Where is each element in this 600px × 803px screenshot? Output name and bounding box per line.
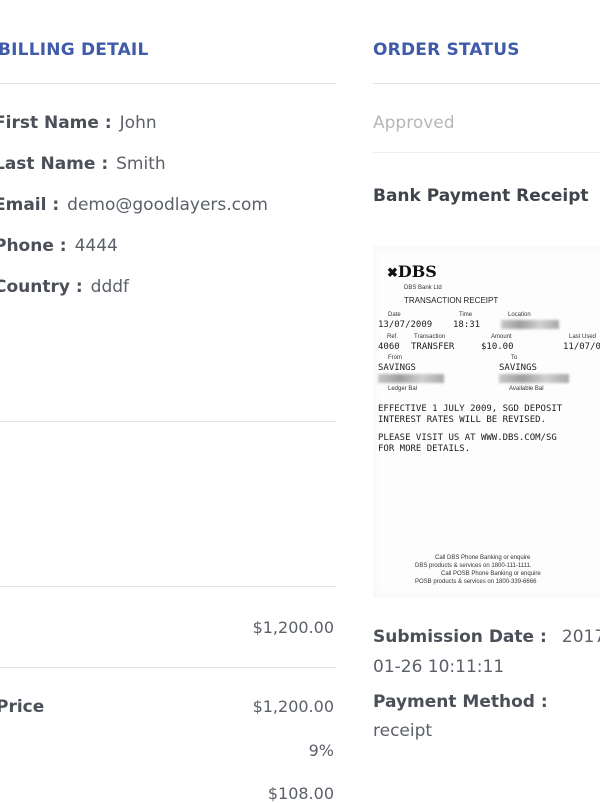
last-name-value: Smith: [116, 154, 166, 174]
receipt-time: 18:31: [453, 320, 481, 330]
phone-value: 4444: [74, 236, 118, 256]
redacted-location: [501, 320, 559, 329]
dbs-logo-text: DBS: [397, 262, 437, 281]
country-label: Country :: [0, 277, 83, 297]
last-name-row: Last Name : Smith: [0, 154, 166, 174]
receipt-from: SAVINGS: [378, 363, 416, 373]
divider: [373, 152, 600, 153]
phone-label: Phone :: [0, 236, 67, 256]
receipt-transaction: TRANSFER: [411, 342, 455, 352]
email-label: Email :: [0, 195, 60, 215]
receipt-h-ref: Ref.: [387, 334, 399, 340]
receipt-ref: 4060: [378, 342, 400, 352]
divider: [0, 586, 336, 587]
redacted-account-from: [378, 374, 444, 383]
receipt-notice-2: INTEREST RATES WILL BE REVISED.: [378, 415, 546, 425]
payment-receipt-image[interactable]: ✖DBS DBS Bank Ltd TRANSACTION RECEIPT Da…: [373, 246, 600, 598]
divider: [373, 83, 600, 84]
payment-method-label: Payment Method :: [373, 692, 548, 712]
receipt-footer-2: DBS products & services on 1800-111-1111…: [415, 563, 532, 569]
receipt-h-time: Time: [459, 312, 473, 318]
email-value: demo@goodlayers.com: [67, 195, 268, 215]
dbs-logo: ✖DBS: [387, 262, 437, 281]
payment-method-value: receipt: [373, 721, 433, 741]
last-name-label: Last Name :: [0, 154, 109, 174]
email-row: Email : demo@goodlayers.com: [0, 195, 268, 215]
subtotal-amount: $1,200.00: [252, 618, 334, 637]
divider: [0, 667, 336, 668]
receipt-notice-3: PLEASE VISIT US AT WWW.DBS.COM/SG: [378, 433, 557, 443]
redacted-account-to: [499, 374, 569, 383]
receipt-heading: Bank Payment Receipt: [373, 186, 589, 206]
submission-date-label: Submission Date :: [373, 627, 547, 647]
receipt-h-amount: Amount: [491, 334, 512, 340]
order-status-title: ORDER STATUS: [373, 40, 520, 60]
receipt-to: SAVINGS: [499, 363, 537, 373]
receipt-amount: $10.00: [481, 342, 514, 352]
price-amount: $1,200.00: [252, 697, 334, 716]
receipt-notice-1: EFFECTIVE 1 JULY 2009, SGD DEPOSIT: [378, 404, 563, 414]
tax-amount: $108.00: [267, 784, 334, 803]
receipt-h-to: To: [511, 355, 518, 361]
receipt-date: 13/07/2009: [378, 320, 433, 330]
receipt-h-transaction: Transaction: [414, 334, 446, 340]
receipt-title: TRANSACTION RECEIPT: [404, 296, 499, 305]
receipt-h-date: Date: [388, 312, 401, 318]
phone-row: Phone : 4444: [0, 236, 118, 256]
submission-date: Submission Date : 2017-01-26 10:11:11: [373, 622, 600, 682]
receipt-h-ledger: Ledger Bal: [388, 386, 418, 392]
price-label: Price: [0, 697, 45, 717]
country-row: Country : dddf: [0, 277, 129, 297]
divider: [0, 83, 336, 84]
status-badge: Approved: [373, 113, 455, 133]
first-name-label: First Name :: [0, 113, 112, 133]
dbs-logo-icon: ✖: [387, 266, 398, 281]
receipt-footer-3: Call POSB Phone Banking or enquire: [441, 571, 541, 577]
billing-detail-title: BILLING DETAIL: [0, 40, 149, 60]
receipt-notice-4: FOR MORE DETAILS.: [378, 444, 471, 454]
divider: [0, 421, 336, 422]
receipt-h-last-used: Last Used: [569, 334, 597, 340]
receipt-h-location: Location: [508, 312, 531, 318]
country-value: dddf: [90, 277, 130, 297]
first-name-row: First Name : John: [0, 113, 157, 133]
tax-rate: 9%: [308, 741, 334, 760]
receipt-h-available: Available Bal: [509, 386, 544, 392]
receipt-bank-name: DBS Bank Ltd: [404, 285, 442, 291]
receipt-last-used: 11/07/0: [563, 342, 600, 352]
receipt-footer-1: Call DBS Phone Banking or enquire: [435, 555, 531, 561]
receipt-h-from: From: [388, 355, 402, 361]
receipt-footer-4: POSB products & services on 1800-339-666…: [415, 579, 537, 585]
first-name-value: John: [119, 113, 157, 133]
